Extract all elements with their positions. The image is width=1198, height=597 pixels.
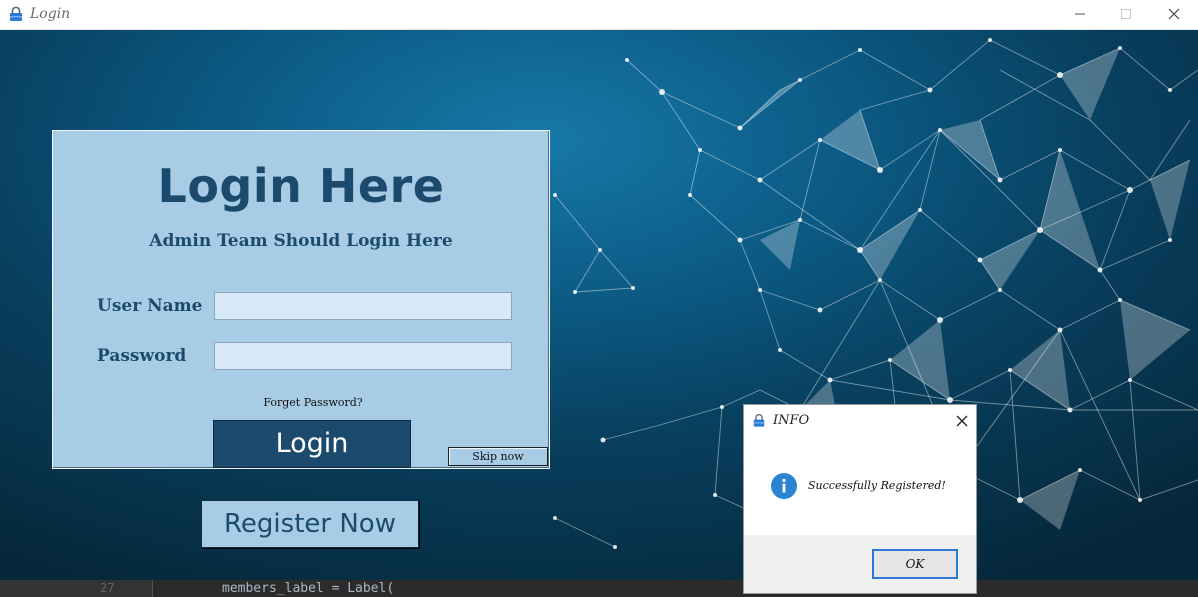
minimize-button[interactable] (1058, 0, 1104, 29)
skip-now-button[interactable]: Skip now (448, 447, 548, 466)
username-label: User Name (97, 296, 203, 316)
login-subheading: Admin Team Should Login Here (149, 231, 453, 251)
code-editor-strip: 27 members_label = Label( (0, 580, 1198, 597)
forget-password-link[interactable]: Forget Password? (53, 396, 573, 409)
login-heading: Login Here (157, 159, 445, 213)
register-now-button[interactable]: Register Now (201, 500, 419, 548)
line-gutter: 27 (0, 580, 153, 597)
close-icon (956, 415, 968, 427)
ok-button[interactable]: OK (872, 549, 958, 579)
close-window-button[interactable] (1152, 0, 1198, 29)
line-number: 27 (100, 581, 115, 595)
login-button[interactable]: Login (213, 420, 411, 468)
minimize-icon (1075, 13, 1085, 15)
login-panel: Login Here Admin Team Should Login Here … (52, 130, 550, 469)
dialog-close-button[interactable] (949, 409, 975, 433)
maximize-icon (1121, 9, 1131, 19)
code-line: members_label = Label( (222, 581, 395, 596)
lock-icon (753, 414, 765, 427)
password-label: Password (97, 346, 187, 366)
window-titlebar: Login (0, 0, 1198, 30)
info-dialog: INFO Successfully Registered! OK (743, 404, 977, 594)
password-input[interactable] (214, 342, 512, 370)
dialog-footer: OK (744, 535, 976, 593)
maximize-button[interactable] (1104, 0, 1150, 29)
close-icon (1168, 8, 1180, 20)
username-input[interactable] (214, 292, 512, 320)
lock-icon (10, 6, 22, 21)
dialog-title: INFO (773, 413, 810, 428)
window-title: Login (30, 6, 71, 22)
dialog-message: Successfully Registered! (808, 479, 946, 492)
info-icon (771, 473, 797, 499)
